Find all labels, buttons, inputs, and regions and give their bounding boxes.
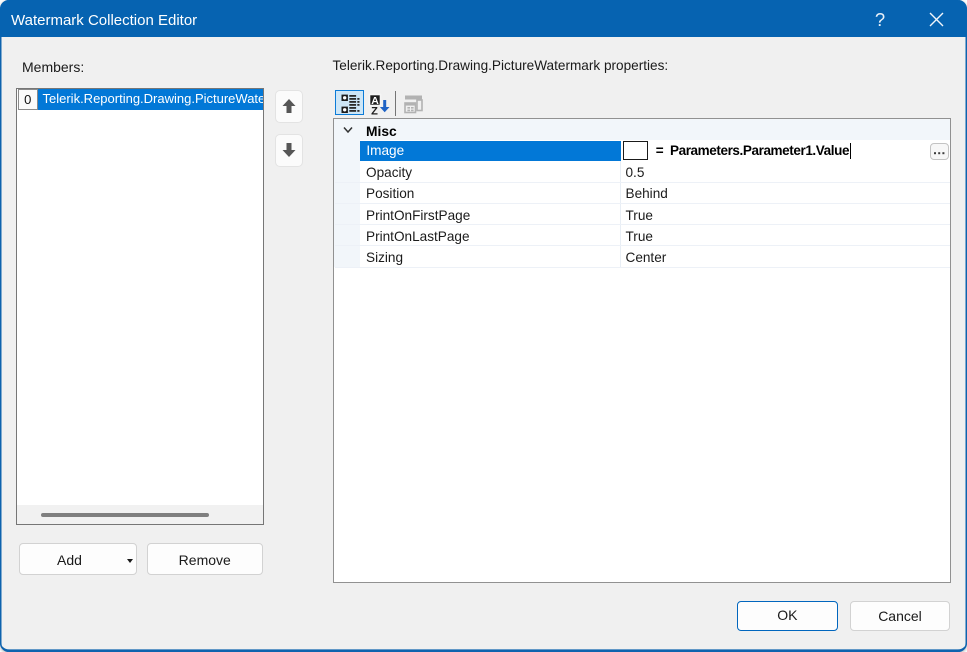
svg-text:Z: Z	[371, 105, 378, 116]
